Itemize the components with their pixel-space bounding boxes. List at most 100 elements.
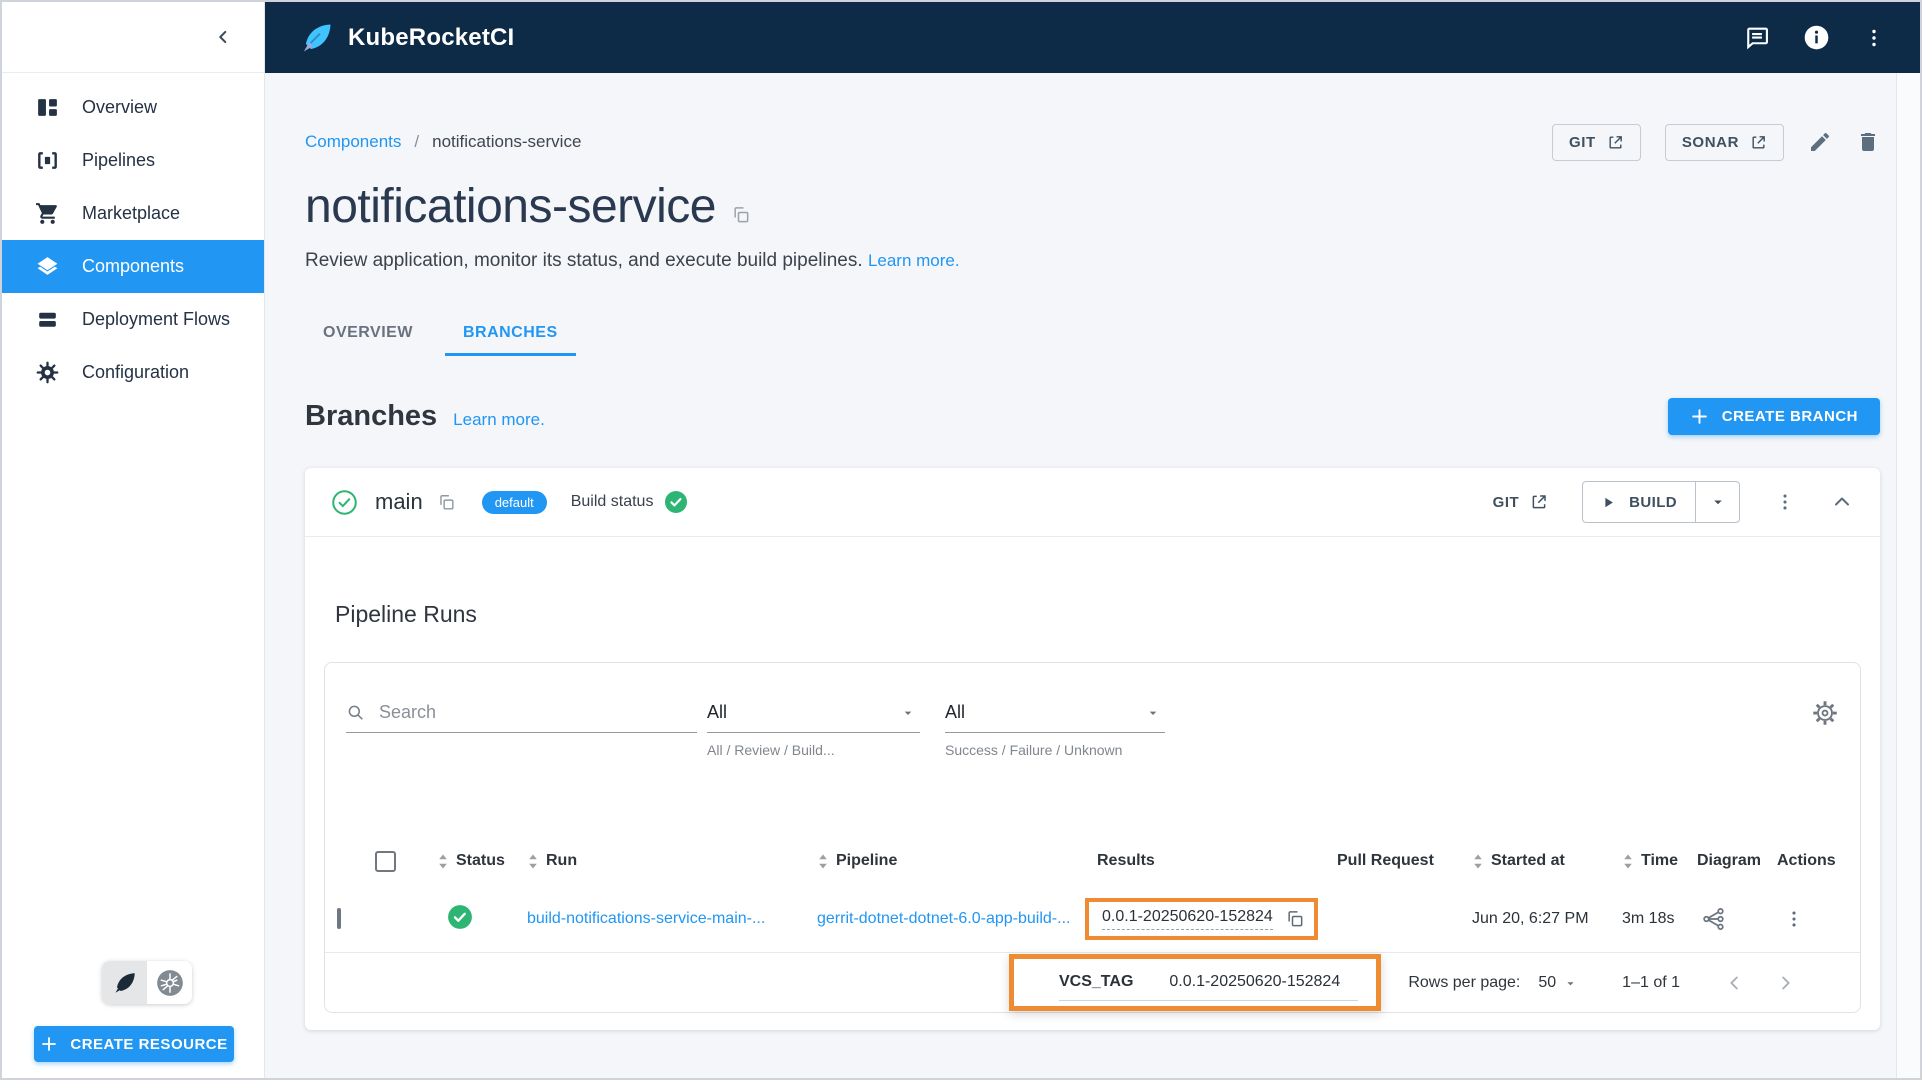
page-description: Review application, monitor its status, … bbox=[305, 250, 1880, 272]
branch-git-button[interactable]: GIT bbox=[1493, 493, 1549, 511]
column-header-status[interactable]: Status bbox=[425, 852, 515, 870]
search-input[interactable] bbox=[379, 702, 697, 723]
sidebar-item-configuration[interactable]: Configuration bbox=[2, 346, 264, 399]
build-button[interactable]: BUILD bbox=[1583, 482, 1696, 522]
sort-icon bbox=[437, 853, 449, 870]
sidebar: Overview Pipelines Marketplace Component… bbox=[2, 2, 265, 1078]
create-resource-button[interactable]: CREATE RESOURCE bbox=[34, 1026, 234, 1062]
create-branch-button[interactable]: CREATE BRANCH bbox=[1667, 398, 1880, 435]
sidebar-item-pipelines[interactable]: Pipelines bbox=[2, 134, 264, 187]
branches-heading: Branches Learn more. bbox=[305, 400, 545, 433]
sort-icon bbox=[527, 853, 539, 870]
search-icon bbox=[348, 705, 363, 720]
sidebar-item-label: Marketplace bbox=[82, 203, 181, 223]
time-cell: 3m 18s bbox=[1622, 910, 1675, 927]
sonar-button[interactable]: SONAR bbox=[1664, 123, 1784, 161]
sidebar-item-label: Configuration bbox=[82, 362, 190, 382]
more-menu-icon[interactable] bbox=[1862, 26, 1886, 50]
sidebar-header bbox=[2, 2, 264, 73]
column-header-started-at[interactable]: Started at bbox=[1460, 852, 1610, 870]
branches-learn-more-link[interactable]: Learn more. bbox=[453, 410, 545, 430]
column-header-run[interactable]: Run bbox=[515, 852, 805, 870]
collapse-card-icon[interactable] bbox=[1830, 490, 1854, 514]
build-success-icon bbox=[664, 490, 688, 514]
pipeline-type-select[interactable]: All bbox=[707, 693, 920, 733]
next-page-icon[interactable] bbox=[1774, 972, 1796, 994]
pipeline-runs-panel: All All / Review / Build... All Success … bbox=[324, 662, 1861, 1013]
page-title: notifications-service bbox=[305, 180, 717, 233]
feather-icon bbox=[114, 972, 135, 993]
table-header: Status Run Pipeline Results Pull Request… bbox=[325, 836, 1860, 886]
external-link-icon bbox=[1752, 135, 1765, 149]
feedback-icon[interactable] bbox=[1743, 24, 1771, 52]
copy-icon[interactable] bbox=[731, 205, 751, 225]
build-button-label: BUILD bbox=[1629, 493, 1677, 511]
create-branch-label: CREATE BRANCH bbox=[1721, 408, 1858, 425]
sidebar-item-marketplace[interactable]: Marketplace bbox=[2, 187, 264, 240]
row-more-menu-icon[interactable] bbox=[1783, 908, 1860, 930]
diagram-cell bbox=[1685, 906, 1765, 932]
breadcrumb: Components / notifications-service bbox=[305, 132, 581, 152]
column-header-diagram: Diagram bbox=[1697, 852, 1762, 869]
header-actions bbox=[1743, 24, 1886, 52]
copy-icon[interactable] bbox=[1285, 909, 1305, 929]
kuberocketci-view-toggle[interactable] bbox=[102, 961, 147, 1004]
run-status-cell bbox=[425, 904, 515, 935]
sidebar-item-deployment-flows[interactable]: Deployment Flows bbox=[2, 293, 264, 346]
caret-down-icon bbox=[1149, 711, 1157, 715]
sidebar-item-label: Components bbox=[82, 256, 185, 276]
delete-icon[interactable] bbox=[1856, 130, 1880, 154]
edit-icon[interactable] bbox=[1808, 130, 1832, 154]
page-actions: GIT SONAR bbox=[1552, 123, 1880, 161]
plus-icon bbox=[1691, 409, 1707, 424]
info-icon[interactable] bbox=[1803, 24, 1830, 51]
sidebar-item-overview[interactable]: Overview bbox=[2, 81, 264, 134]
status-filter-helper: Success / Failure / Unknown bbox=[945, 742, 1123, 758]
app-window: KubeRocketCI Overview Pipelines Marketpl… bbox=[0, 0, 1922, 1080]
app-logo: KubeRocketCI bbox=[299, 20, 514, 56]
sidebar-item-label: Pipelines bbox=[82, 150, 156, 170]
overview-icon bbox=[38, 99, 57, 116]
results-annotation-box: 0.0.1-20250620-152824 bbox=[1085, 898, 1318, 940]
previous-page-icon[interactable] bbox=[1724, 972, 1746, 994]
status-filter-value: All bbox=[945, 702, 966, 722]
column-header-time[interactable]: Time bbox=[1610, 852, 1685, 870]
kubernetes-view-toggle[interactable] bbox=[147, 961, 192, 1004]
default-branch-badge: default bbox=[481, 490, 547, 514]
run-link[interactable]: build-notifications-service-main-... bbox=[515, 910, 805, 928]
vcs-tag-value: 0.0.1-20250620-152824 bbox=[1169, 973, 1341, 990]
sort-icon bbox=[1472, 853, 1484, 870]
vertical-scrollbar[interactable] bbox=[1896, 73, 1920, 1078]
column-header-pipeline[interactable]: Pipeline bbox=[805, 852, 1085, 870]
rows-per-page-select[interactable]: 50 bbox=[1538, 974, 1578, 992]
branch-more-menu-icon[interactable] bbox=[1774, 491, 1796, 513]
breadcrumb-current: notifications-service bbox=[432, 132, 582, 151]
caret-down-icon bbox=[904, 711, 912, 715]
external-link-icon bbox=[1532, 495, 1546, 509]
success-status-icon bbox=[448, 904, 472, 929]
learn-more-link[interactable]: Learn more. bbox=[868, 251, 960, 270]
create-resource-label: CREATE RESOURCE bbox=[70, 1035, 228, 1053]
sidebar-item-label: Deployment Flows bbox=[82, 309, 231, 329]
result-version-value[interactable]: 0.0.1-20250620-152824 bbox=[1102, 908, 1273, 930]
status-select[interactable]: All bbox=[945, 693, 1165, 733]
sort-icon bbox=[817, 853, 829, 870]
vcs-tag-tooltip: VCS_TAG 0.0.1-20250620-152824 bbox=[1059, 964, 1358, 1001]
tab-overview[interactable]: OVERVIEW bbox=[305, 310, 431, 356]
copy-icon[interactable] bbox=[437, 493, 456, 512]
pipeline-link[interactable]: gerrit-dotnet-dotnet-6.0-app-build-... bbox=[805, 910, 1085, 928]
build-options-dropdown[interactable] bbox=[1696, 482, 1739, 522]
branches-title: Branches bbox=[305, 400, 438, 432]
select-all-checkbox[interactable] bbox=[375, 850, 396, 872]
layers-icon bbox=[37, 257, 58, 275]
breadcrumb-components-link[interactable]: Components bbox=[305, 132, 401, 152]
build-status-label: Build status bbox=[570, 493, 654, 510]
row-checkbox[interactable] bbox=[337, 908, 341, 929]
diagram-icon[interactable] bbox=[1701, 906, 1765, 932]
tab-branches[interactable]: BRANCHES bbox=[444, 310, 576, 356]
sidebar-item-components[interactable]: Components bbox=[2, 240, 264, 293]
build-split-button: BUILD bbox=[1582, 481, 1740, 523]
table-settings-icon[interactable] bbox=[1810, 698, 1840, 728]
sidebar-collapse-icon[interactable] bbox=[212, 26, 234, 48]
git-button[interactable]: GIT bbox=[1552, 123, 1641, 161]
